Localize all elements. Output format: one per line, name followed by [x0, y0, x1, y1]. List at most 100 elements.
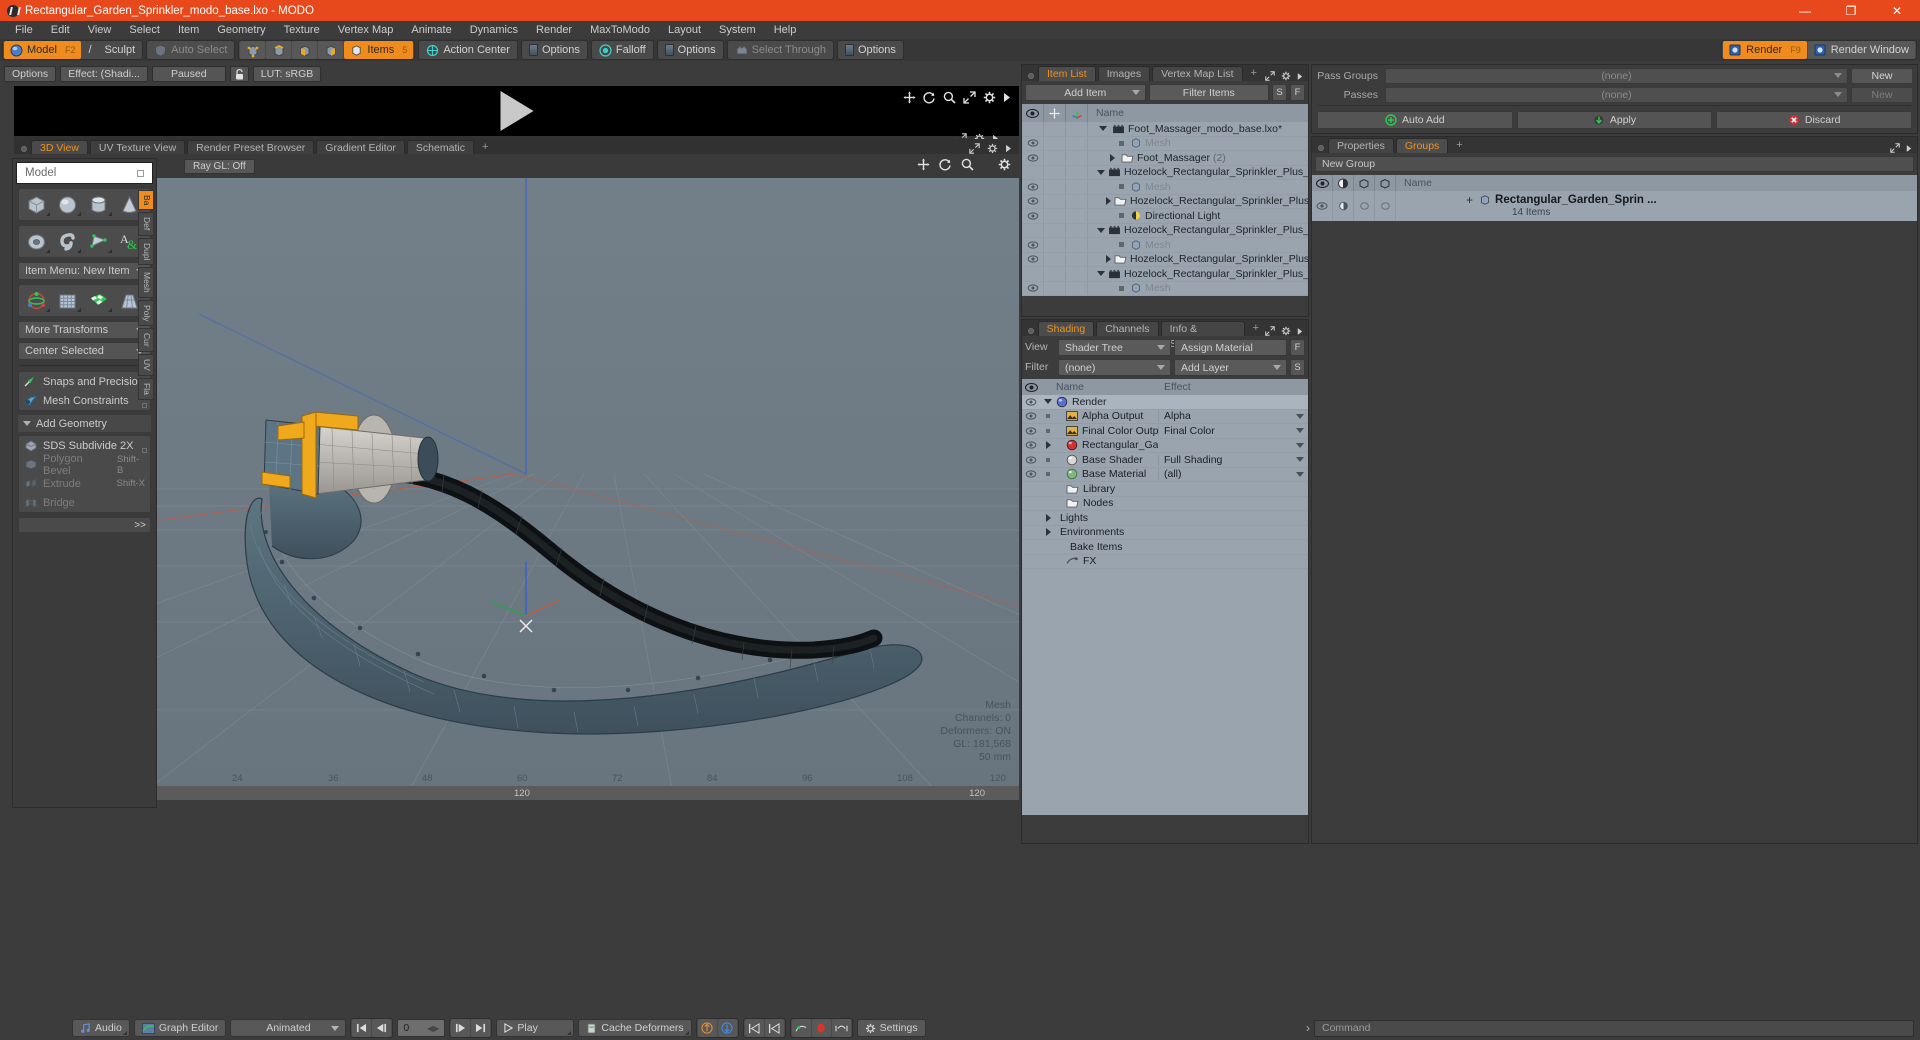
menu-item-system[interactable]: System [710, 21, 765, 39]
play-button[interactable]: Play [496, 1019, 575, 1037]
action-center-options-button[interactable]: Options [523, 41, 586, 59]
add-item-dropdown[interactable]: Add Item [1025, 84, 1146, 101]
key-down-button[interactable] [717, 1019, 737, 1037]
sphere-primitive-button[interactable] [52, 191, 83, 218]
viewport-gear-icon[interactable] [998, 158, 1011, 171]
row-axis-toggle[interactable] [1066, 136, 1088, 150]
list-item[interactable]: Foot_Massager (2) [1022, 151, 1308, 166]
model-mode-button[interactable]: Model F2 [4, 41, 82, 59]
row-tree-toggle[interactable] [1115, 213, 1127, 219]
row-lock-toggle[interactable] [1044, 267, 1066, 281]
shader-row-effect[interactable]: (all) [1158, 468, 1308, 481]
minimize-button[interactable]: — [1782, 0, 1828, 21]
row-axis-toggle[interactable] [1066, 238, 1088, 252]
shader-row-visibility-toggle[interactable] [1022, 398, 1040, 406]
row-visibility-toggle[interactable] [1022, 122, 1044, 136]
menu-item-render[interactable]: Render [527, 21, 581, 39]
expand-icon[interactable] [963, 91, 976, 104]
viewport-pan-icon[interactable] [917, 158, 930, 171]
row-visibility-toggle[interactable] [1022, 281, 1044, 295]
shader-row-visibility-toggle[interactable] [1022, 441, 1040, 449]
menu-item-file[interactable]: File [6, 21, 42, 39]
vtab-deform[interactable]: Def [138, 212, 154, 236]
groups-shading-column-header[interactable] [1333, 175, 1354, 191]
maximize-button[interactable]: ❐ [1828, 0, 1874, 21]
expand-triangle-icon[interactable] [1106, 255, 1111, 264]
extrude-button[interactable]: Extrude Shift-X [19, 474, 150, 493]
groups-name-column-header[interactable]: Name [1396, 177, 1917, 189]
auto-add-button[interactable]: Auto Add [1317, 111, 1513, 129]
tab-uv-texture-view[interactable]: UV Texture View [89, 140, 186, 154]
row-tree-toggle[interactable] [1115, 285, 1127, 291]
shading-expand-icon[interactable] [1265, 326, 1275, 336]
new-pass-button[interactable]: New [1851, 86, 1913, 103]
shader-row-visibility-toggle[interactable] [1022, 456, 1040, 464]
previous-frame-button[interactable] [372, 1019, 392, 1037]
shading-more-arrow-icon[interactable] [1297, 327, 1303, 336]
expand-triangle-icon[interactable] [1045, 441, 1051, 450]
next-key-button[interactable] [764, 1019, 784, 1037]
play-corner-handle[interactable] [567, 1031, 572, 1035]
tab-shading[interactable]: Shading [1037, 321, 1095, 336]
table-row[interactable]: Final Color Output Final Color [1022, 424, 1308, 439]
menu-item-animate[interactable]: Animate [402, 21, 460, 39]
add-item-list-tab-button[interactable]: + [1245, 66, 1263, 81]
vertex-mode-button[interactable] [240, 41, 266, 59]
tab-properties[interactable]: Properties [1328, 138, 1394, 153]
row-tree-toggle[interactable] [1097, 169, 1105, 175]
preview-effect-dropdown[interactable]: Effect: (Shadi... [60, 66, 148, 82]
pan-icon[interactable] [903, 91, 916, 104]
viewport-rotate-icon[interactable] [939, 158, 952, 171]
shader-row-visibility-toggle[interactable] [1022, 470, 1040, 478]
shader-effect-column-header[interactable]: Effect [1158, 381, 1308, 393]
row-visibility-toggle[interactable] [1022, 136, 1044, 150]
shader-row-tree-toggle[interactable] [1040, 414, 1056, 419]
sds-popover-handle[interactable] [142, 448, 147, 453]
go-to-start-button[interactable] [352, 1019, 372, 1037]
play-arrow-icon[interactable] [1003, 92, 1011, 103]
checker-tool-button[interactable] [83, 287, 114, 314]
audio-corner-handle[interactable] [122, 1031, 127, 1035]
shader-row-effect[interactable]: Final Color [1158, 424, 1308, 437]
auto-select-button[interactable]: Auto Select [148, 41, 234, 59]
list-item[interactable]: Foot_Massager_modo_base.lxo* [1022, 122, 1308, 137]
row-lock-toggle[interactable] [1044, 165, 1066, 179]
action-center-button[interactable]: Action Center [420, 41, 516, 59]
shader-name-column-header[interactable]: Name [1056, 381, 1158, 393]
gear-icon[interactable] [983, 91, 996, 104]
item-list-expand-icon[interactable] [1265, 71, 1275, 81]
row-axis-toggle[interactable] [1066, 281, 1088, 295]
item-list-axis-column-header[interactable] [1066, 104, 1088, 122]
row-axis-toggle[interactable] [1066, 151, 1088, 165]
vtab-mesh[interactable]: Mesh [138, 267, 154, 298]
row-lock-toggle[interactable] [1044, 238, 1066, 252]
groups-render-column-header[interactable] [1375, 175, 1396, 191]
shader-row-tree-toggle[interactable] [1040, 528, 1056, 537]
row-tree-toggle[interactable] [1106, 255, 1111, 264]
snaps-and-precision-button[interactable]: Snaps and Precision [19, 372, 150, 391]
bridge-button[interactable]: Bridge [19, 493, 150, 512]
vtab-curve[interactable]: Cur [138, 328, 154, 353]
spiral-primitive-button[interactable] [52, 228, 83, 255]
row-visibility-toggle[interactable] [1022, 267, 1044, 281]
assign-material-button[interactable]: Assign Material [1174, 339, 1287, 356]
item-list-more-arrow-icon[interactable] [1297, 72, 1303, 81]
row-visibility-toggle[interactable] [1022, 180, 1044, 194]
list-item[interactable]: Hozelock_Rectangular_Sprinkler_Plus_Yell… [1022, 165, 1308, 180]
expand-triangle-icon[interactable] [1106, 197, 1111, 206]
row-axis-toggle[interactable] [1066, 223, 1088, 237]
item-list-s-button[interactable]: S [1272, 84, 1287, 101]
vtab-uv[interactable]: UV [138, 354, 154, 376]
row-tree-toggle[interactable] [1106, 197, 1111, 206]
item-list-gear-icon[interactable] [1281, 71, 1291, 81]
item-list-name-column-header[interactable]: Name [1088, 107, 1308, 119]
group-row-render-toggle[interactable] [1375, 191, 1396, 221]
shader-row-visibility-toggle[interactable] [1022, 412, 1040, 420]
shader-row-effect[interactable]: Full Shading [1158, 453, 1308, 466]
ray-gl-toggle[interactable]: Ray GL: Off [184, 158, 255, 174]
zoom-search-icon[interactable] [943, 91, 956, 104]
list-item[interactable]: Mesh [1022, 238, 1308, 253]
table-row[interactable]: Lights [1022, 511, 1308, 526]
key-up-button[interactable] [697, 1019, 717, 1037]
shader-row-effect[interactable]: Alpha [1158, 410, 1308, 423]
